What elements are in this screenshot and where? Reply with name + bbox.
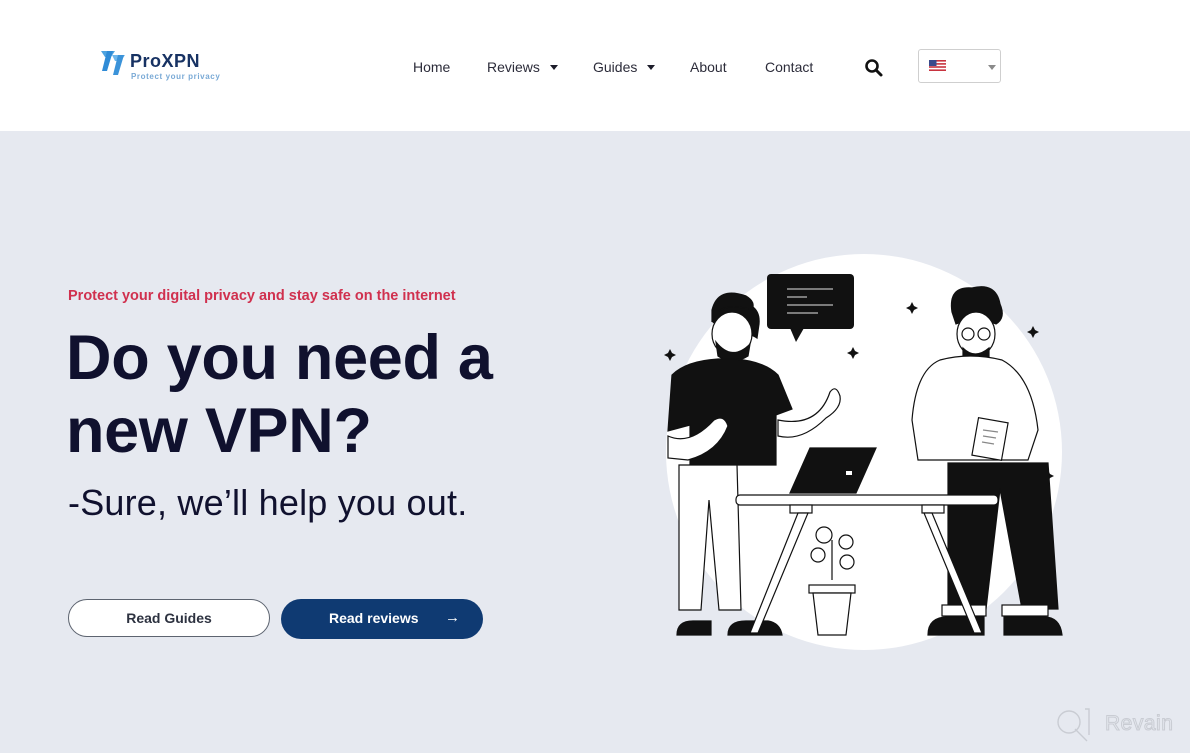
nav-reviews[interactable]: Reviews (487, 59, 558, 75)
nav-guides-label: Guides (593, 59, 638, 75)
nav-about[interactable]: About (690, 59, 727, 75)
search-button[interactable] (864, 58, 884, 78)
revain-logo-icon (1057, 708, 1090, 742)
site-logo[interactable]: ProXPN Protect your privacy (99, 47, 229, 83)
nav-home-label: Home (413, 59, 451, 75)
nav-contact[interactable]: Contact (765, 59, 813, 75)
revain-watermark: Revain (1055, 707, 1185, 743)
us-flag-icon (929, 60, 946, 71)
search-icon (865, 59, 883, 77)
site-header: ProXPN Protect your privacy Home Reviews… (0, 0, 1190, 131)
two-people-talking-illustration (664, 254, 1063, 650)
nav-guides[interactable]: Guides (593, 59, 656, 75)
read-guides-label: Read Guides (126, 610, 212, 626)
logo-tagline: Protect your privacy (131, 72, 221, 81)
language-select[interactable] (918, 49, 1001, 83)
chevron-down-icon (988, 65, 996, 70)
chevron-down-icon (647, 64, 656, 70)
nav-contact-label: Contact (765, 59, 814, 75)
proxpn-logo-icon (101, 51, 125, 75)
logo-name: ProXPN (130, 51, 201, 71)
read-guides-button[interactable]: Read Guides (68, 599, 270, 637)
read-reviews-button[interactable]: Read reviews → (281, 599, 483, 639)
hero-headline: Do you need a new VPN? (66, 323, 493, 466)
chevron-down-icon (549, 64, 558, 70)
nav-reviews-label: Reviews (487, 59, 540, 75)
arrow-right-icon: → (445, 609, 460, 626)
hero-subline: -Sure, we’ll help you out. (68, 482, 468, 523)
hero-eyebrow: Protect your digital privacy and stay sa… (68, 288, 456, 304)
nav-home[interactable]: Home (413, 59, 450, 75)
read-reviews-label: Read reviews (329, 610, 419, 626)
nav-about-label: About (690, 59, 727, 75)
watermark-text: Revain (1104, 712, 1174, 736)
